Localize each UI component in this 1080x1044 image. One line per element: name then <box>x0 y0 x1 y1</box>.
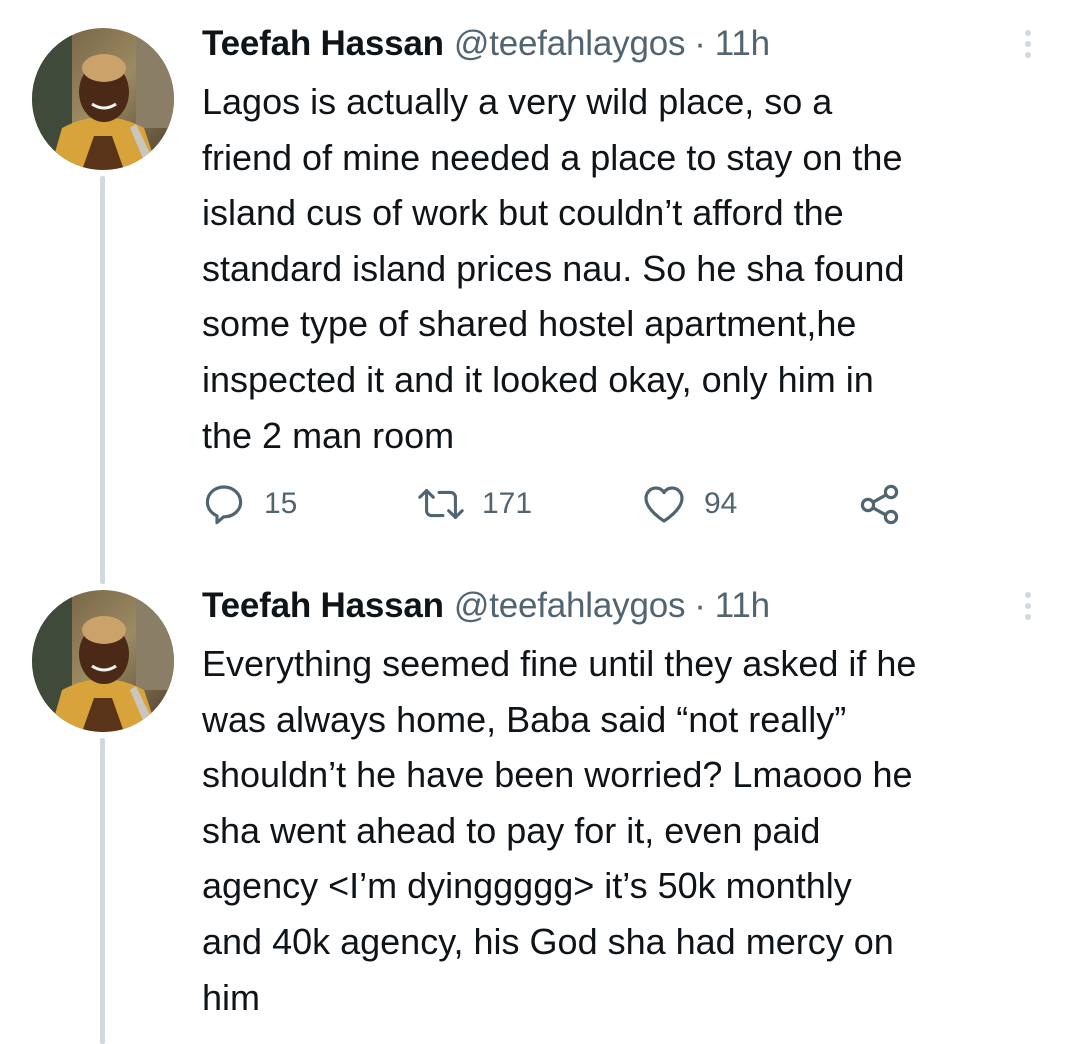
author-name[interactable]: Teefah Hassan <box>202 24 444 64</box>
tweet-actions: 15 171 94 <box>200 476 1000 532</box>
share-button[interactable] <box>856 476 904 532</box>
timestamp[interactable]: 11h <box>715 24 770 64</box>
separator-dot: · <box>694 586 706 625</box>
tweet-text-line: island cus of work but couldn’t afford t… <box>202 192 844 234</box>
thread-connector-line <box>100 738 105 1044</box>
retweet-button[interactable]: 171 <box>416 476 532 532</box>
tweet-text-line: was always home, Baba said “not really” <box>202 698 847 740</box>
author-handle[interactable]: @teefahlaygos <box>454 24 686 64</box>
avatar[interactable] <box>32 28 174 170</box>
tweet-text-line: some type of shared hostel apartment,he <box>202 303 857 345</box>
share-icon <box>856 480 904 528</box>
heart-icon <box>640 480 688 528</box>
tweet-text-line: friend of mine needed a place to stay on… <box>202 136 903 178</box>
more-options-icon[interactable] <box>1010 22 1046 66</box>
tweet-text-line: the 2 man room <box>202 414 455 456</box>
tweet-text-line: and 40k agency, his God sha had mercy on <box>202 920 894 962</box>
like-button[interactable]: 94 <box>640 476 737 532</box>
separator-dot: · <box>694 24 706 63</box>
tweet-header: Teefah Hassan @teefahlaygos · 11h <box>202 584 770 628</box>
retweet-icon <box>416 480 466 528</box>
tweet-text-line: Everything seemed fine until they asked … <box>202 643 917 684</box>
author-name[interactable]: Teefah Hassan <box>202 586 444 626</box>
more-options-icon[interactable] <box>1010 584 1046 628</box>
like-count: 94 <box>704 487 738 520</box>
tweet-text: Everything seemed fine until they asked … <box>202 636 1062 1025</box>
tweet-text-line: sha went ahead to pay for it, even paid <box>202 809 821 851</box>
avatar[interactable] <box>32 590 174 732</box>
tweet-text-line: Lagos is actually a very wild place, so … <box>202 81 833 122</box>
reply-button[interactable]: 15 <box>200 476 297 532</box>
tweet-text-line: him <box>202 976 261 1018</box>
tweet[interactable]: Teefah Hassan @teefahlaygos · 11h Everyt… <box>0 584 1080 1044</box>
tweet[interactable]: Teefah Hassan @teefahlaygos · 11h Lagos … <box>0 0 1080 584</box>
tweet-header: Teefah Hassan @teefahlaygos · 11h <box>202 22 770 66</box>
tweet-text-line: inspected it and it looked okay, only hi… <box>202 358 874 400</box>
reply-icon <box>200 480 248 528</box>
tweet-text: Lagos is actually a very wild place, so … <box>202 74 1062 463</box>
tweet-text-line: agency <I’m dyinggggg> it’s 50k monthly <box>202 865 852 907</box>
reply-count: 15 <box>264 487 298 520</box>
thread-connector-line <box>100 176 105 584</box>
tweet-text-line: shouldn’t he have been worried? Lmaooo h… <box>202 754 913 796</box>
tweet-text-line: standard island prices nau. So he sha fo… <box>202 247 905 289</box>
retweet-count: 171 <box>482 487 533 520</box>
author-handle[interactable]: @teefahlaygos <box>454 586 686 626</box>
timestamp[interactable]: 11h <box>715 586 770 626</box>
